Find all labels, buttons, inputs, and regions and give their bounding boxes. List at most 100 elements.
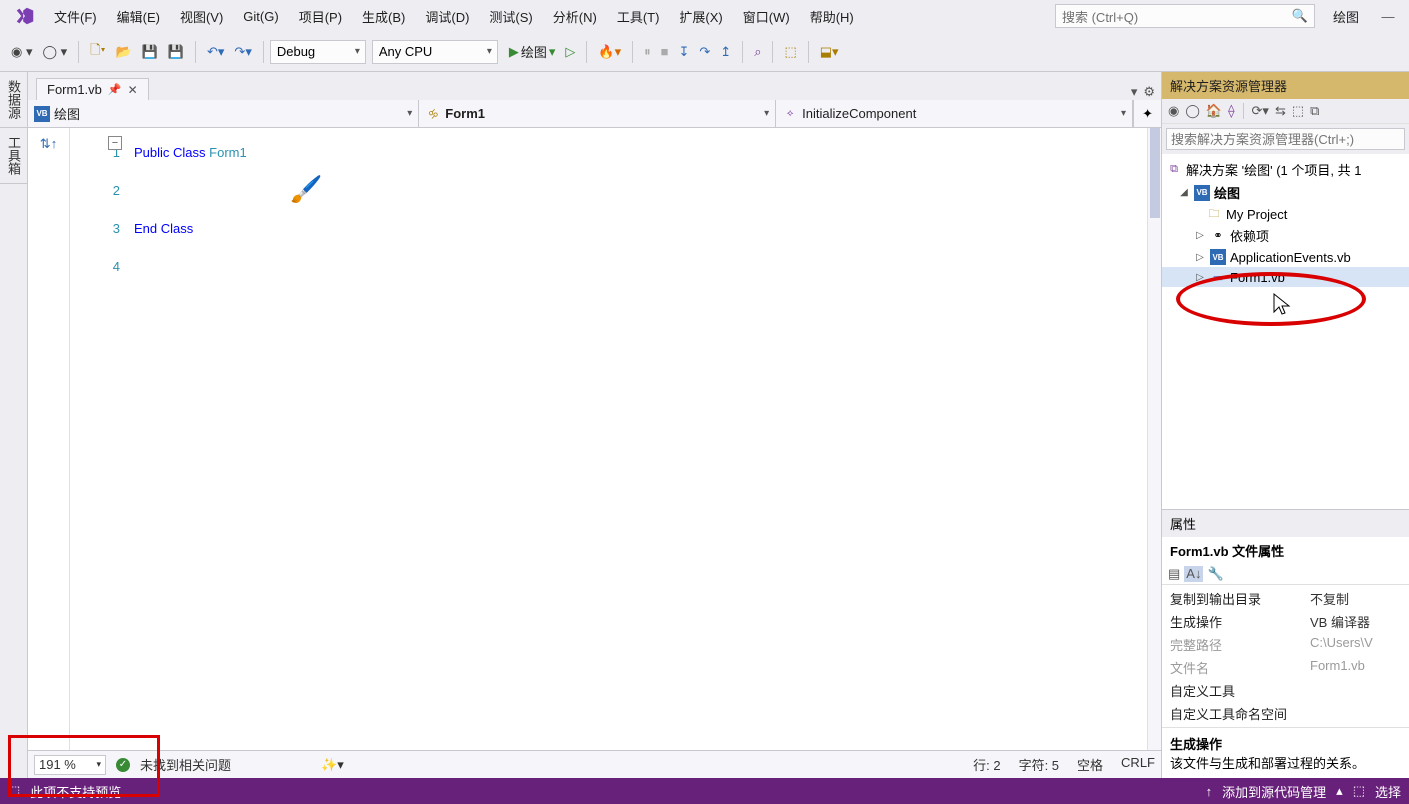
menu-debug[interactable]: 调试(D)	[415, 3, 479, 30]
solution-search-input[interactable]	[1166, 128, 1405, 150]
nav-scope-dropdown[interactable]: VB 绘图	[28, 100, 419, 127]
windows-layout-button[interactable]: ⬓▾	[815, 42, 844, 62]
save-button[interactable]: 💾	[137, 42, 163, 62]
step-out-button[interactable]: ↥	[715, 42, 736, 62]
prop-row[interactable]: 生成操作VB 编译器	[1170, 610, 1401, 633]
nav-back-icon[interactable]: ◉	[1168, 103, 1179, 119]
prop-value[interactable]	[1310, 704, 1401, 723]
undo-button[interactable]: ↶▾	[202, 42, 229, 62]
menu-project[interactable]: 项目(P)	[289, 3, 352, 30]
nav-fwd-icon[interactable]: ◯	[1185, 103, 1200, 119]
toolbar-separator	[808, 41, 809, 63]
scm-add-icon[interactable]: ↑	[1206, 784, 1213, 799]
expander-icon[interactable]: ▷	[1194, 230, 1206, 241]
scm-dropdown-icon[interactable]: ▴	[1336, 783, 1343, 799]
nav-split-button[interactable]: ✦	[1133, 100, 1161, 127]
nav-forward-button[interactable]: ◯ ▾	[37, 42, 72, 62]
tree-solution-root[interactable]: ⧉ 解决方案 '绘图' (1 个项目, 共 1	[1162, 158, 1409, 181]
prop-value[interactable]: VB 编译器	[1310, 612, 1401, 631]
tab-form1[interactable]: Form1.vb 📌 ✕	[36, 78, 149, 100]
menu-file[interactable]: 文件(F)	[44, 3, 107, 30]
config-dropdown[interactable]: Debug	[270, 40, 366, 64]
rail-data-sources[interactable]: 数据源	[0, 72, 27, 128]
menu-git[interactable]: Git(G)	[233, 5, 288, 28]
menu-edit[interactable]: 编辑(E)	[107, 3, 170, 30]
zoom-dropdown[interactable]: 191 %	[34, 755, 106, 775]
properties-help: 生成操作 该文件与生成和部署过程的关系。	[1162, 727, 1409, 778]
repo-icon[interactable]: ⬚	[1353, 783, 1365, 799]
tree-project[interactable]: ◢ VB 绘图	[1162, 181, 1409, 204]
platform-dropdown[interactable]: Any CPU	[372, 40, 498, 64]
expander-icon[interactable]: ▷	[1194, 272, 1206, 283]
show-all-icon[interactable]: ⬚	[1292, 103, 1304, 119]
prop-row[interactable]: 自定义工具	[1170, 679, 1401, 702]
nav-scope-label: 绘图	[54, 104, 80, 123]
scm-text[interactable]: 添加到源代码管理	[1222, 782, 1326, 801]
window-minimize-button[interactable]: —	[1373, 9, 1403, 24]
code-map-scrollbar[interactable]	[1147, 128, 1161, 750]
tab-gear-icon[interactable]: ⚙	[1143, 84, 1155, 100]
menu-extensions[interactable]: 扩展(X)	[669, 3, 732, 30]
select-text[interactable]: 选择	[1375, 782, 1401, 801]
view-code-icon[interactable]: ⟠	[1228, 103, 1234, 119]
nav-member-dropdown[interactable]: ⟡ InitializeComponent	[776, 100, 1133, 127]
menu-test[interactable]: 测试(S)	[479, 3, 542, 30]
prop-key: 生成操作	[1170, 612, 1310, 631]
solution-toolbar: ◉ ◯ 🏠 ⟠ ⟳▾ ⇆ ⬚ ⧉	[1162, 99, 1409, 124]
pause-button[interactable]: ⏸	[639, 42, 656, 62]
alphabetical-icon[interactable]: A↓	[1184, 566, 1203, 582]
tree-form1[interactable]: ▷ ▭ Form1.vb	[1162, 267, 1409, 287]
tree-appevents[interactable]: ▷ VB ApplicationEvents.vb	[1162, 247, 1409, 267]
categorized-icon[interactable]: ▤	[1168, 566, 1180, 582]
wrench-icon[interactable]: 🔧	[1207, 566, 1223, 582]
nav-back-button[interactable]: ◉ ▾	[6, 42, 37, 62]
tree-myproject[interactable]: 🗀 My Project	[1162, 204, 1409, 224]
home-icon[interactable]: 🏠	[1206, 103, 1222, 119]
find-in-files-button[interactable]: ⌕	[749, 42, 766, 62]
collapse-icon[interactable]: ⇆	[1275, 103, 1286, 119]
screwdriver-cursor-icon: 🖌️	[290, 174, 322, 205]
prop-row[interactable]: 自定义工具命名空间	[1170, 702, 1401, 725]
line-number: 3	[70, 210, 120, 248]
preview-status-text: 此项不支持预览	[30, 782, 121, 801]
track-icon[interactable]: ⇅↑	[40, 136, 57, 152]
menu-analyze[interactable]: 分析(N)	[543, 3, 607, 30]
redo-button[interactable]: ↷▾	[229, 42, 256, 62]
new-project-button[interactable]: 🗋▾	[85, 39, 110, 65]
prop-row[interactable]: 复制到输出目录不复制	[1170, 587, 1401, 610]
tab-dropdown-icon[interactable]: ▾	[1131, 84, 1138, 100]
menu-help[interactable]: 帮助(H)	[800, 3, 864, 30]
pin-icon[interactable]: 📌	[108, 83, 122, 96]
prop-row: 完整路径C:\Users\V	[1170, 633, 1401, 656]
stop-button[interactable]: ■	[656, 42, 674, 61]
nav-class-dropdown[interactable]: 🝰 Form1	[419, 100, 776, 127]
start-debug-button[interactable]: ▶ 绘图 ▾	[504, 40, 561, 63]
live-share-button[interactable]: ⬚	[779, 42, 801, 62]
global-search-input[interactable]: 搜索 (Ctrl+Q) 🔍	[1055, 4, 1315, 28]
expander-icon[interactable]: ▷	[1194, 252, 1206, 263]
start-nodebug-button[interactable]: ▷	[560, 42, 580, 62]
tree-dependencies[interactable]: ▷ ⚭ 依赖项	[1162, 224, 1409, 247]
line-number: 4	[70, 248, 120, 286]
menu-view[interactable]: 视图(V)	[170, 3, 233, 30]
menu-build[interactable]: 生成(B)	[352, 3, 415, 30]
sync-icon[interactable]: ⟳▾	[1252, 103, 1269, 119]
rail-toolbox[interactable]: 工具箱	[0, 128, 27, 184]
close-icon[interactable]: ✕	[128, 83, 138, 97]
intellicode-icon[interactable]: ✨▾	[321, 757, 344, 773]
prop-value[interactable]	[1310, 681, 1401, 700]
open-file-button[interactable]: 📂	[110, 42, 136, 62]
menu-window[interactable]: 窗口(W)	[733, 3, 800, 30]
expander-icon[interactable]: ◢	[1178, 187, 1190, 198]
main-toolbar: ◉ ▾ ◯ ▾ 🗋▾ 📂 💾 💾 ↶▾ ↷▾ Debug Any CPU ▶ 绘…	[0, 32, 1409, 72]
code-line-3: End Class	[134, 210, 1147, 248]
step-over-button[interactable]: ↷	[694, 42, 715, 62]
menu-tools[interactable]: 工具(T)	[607, 3, 670, 30]
prop-value[interactable]: 不复制	[1310, 589, 1401, 608]
hot-reload-button[interactable]: 🔥▾	[593, 42, 626, 62]
fold-toggle-icon[interactable]: −	[108, 136, 122, 150]
properties-icon[interactable]: ⧉	[1310, 103, 1319, 119]
step-into-button[interactable]: ↧	[673, 42, 694, 62]
save-all-button[interactable]: 💾	[163, 42, 189, 62]
code-editor[interactable]: − Public Class Form1 End Class 🖌️	[130, 128, 1147, 750]
